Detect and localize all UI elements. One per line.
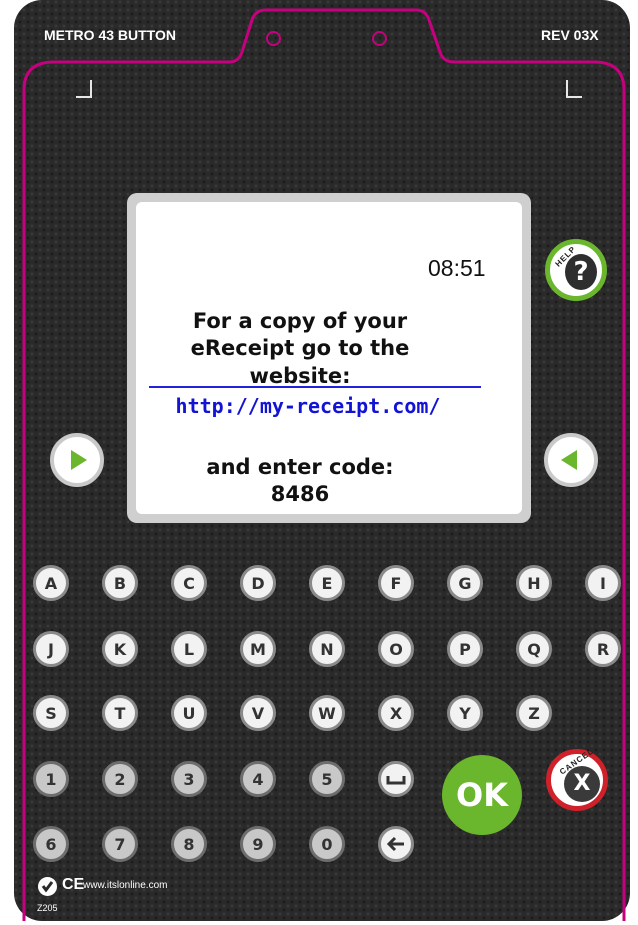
backspace-key[interactable]: [378, 826, 414, 862]
key-6[interactable]: 6: [33, 826, 69, 862]
key-f[interactable]: F: [378, 565, 414, 601]
url-divider: [149, 386, 481, 388]
cancel-button[interactable]: CANCEL X: [546, 747, 608, 811]
key-w[interactable]: W: [309, 695, 345, 731]
clock: 08:51: [428, 255, 486, 281]
key-a[interactable]: A: [33, 565, 69, 601]
key-8[interactable]: 8: [171, 826, 207, 862]
key-p[interactable]: P: [447, 631, 483, 667]
key-0[interactable]: 0: [309, 826, 345, 862]
key-k[interactable]: K: [102, 631, 138, 667]
key-o[interactable]: O: [378, 631, 414, 667]
key-j[interactable]: J: [33, 631, 69, 667]
mount-hole-right: [372, 31, 387, 46]
question-mark-icon: ?: [565, 254, 597, 290]
footer-code: Z205: [37, 903, 58, 913]
mount-hole-left: [266, 31, 281, 46]
key-3[interactable]: 3: [171, 761, 207, 797]
key-h[interactable]: H: [516, 565, 552, 601]
key-y[interactable]: Y: [447, 695, 483, 731]
key-t[interactable]: T: [102, 695, 138, 731]
key-2[interactable]: 2: [102, 761, 138, 797]
key-d[interactable]: D: [240, 565, 276, 601]
footer-website: www.itslonline.com: [83, 880, 168, 891]
key-9[interactable]: 9: [240, 826, 276, 862]
key-v[interactable]: V: [240, 695, 276, 731]
key-s[interactable]: S: [33, 695, 69, 731]
key-m[interactable]: M: [240, 631, 276, 667]
key-5[interactable]: 5: [309, 761, 345, 797]
key-g[interactable]: G: [447, 565, 483, 601]
key-q[interactable]: Q: [516, 631, 552, 667]
green-left-arrow-icon: [561, 450, 577, 470]
green-right-arrow-icon: [71, 450, 87, 470]
message-line-2: eReceipt go to the: [190, 336, 410, 360]
ok-button[interactable]: OK: [442, 755, 522, 835]
code-prompt: and enter code:: [206, 455, 394, 479]
backspace-arrow-icon: [386, 836, 404, 852]
key-i[interactable]: I: [585, 565, 621, 601]
key-r[interactable]: R: [585, 631, 621, 667]
corner-mark-right: [566, 80, 582, 98]
key-n[interactable]: N: [309, 631, 345, 667]
left-soft-key[interactable]: [50, 433, 104, 487]
receipt-code: 8486: [270, 482, 330, 506]
key-z[interactable]: Z: [516, 695, 552, 731]
key-c[interactable]: C: [171, 565, 207, 601]
ce-mark: CE: [62, 876, 85, 893]
space-key[interactable]: [378, 761, 414, 797]
key-e[interactable]: E: [309, 565, 345, 601]
key-u[interactable]: U: [171, 695, 207, 731]
cancel-x-icon: X: [564, 766, 600, 802]
receipt-url-link[interactable]: http://my-receipt.com/: [132, 394, 484, 418]
key-7[interactable]: 7: [102, 826, 138, 862]
certification-check-icon: [38, 877, 57, 896]
message-line-1: For a copy of your: [192, 309, 408, 333]
key-1[interactable]: 1: [33, 761, 69, 797]
key-l[interactable]: L: [171, 631, 207, 667]
key-4[interactable]: 4: [240, 761, 276, 797]
key-b[interactable]: B: [102, 565, 138, 601]
model-label: METRO 43 BUTTON: [44, 27, 176, 43]
space-icon: [386, 776, 406, 785]
help-button[interactable]: HELP ?: [545, 239, 607, 301]
corner-mark-left: [76, 80, 92, 98]
revision-label: REV 03X: [541, 27, 599, 43]
key-x[interactable]: X: [378, 695, 414, 731]
message-line-3: website:: [249, 364, 351, 388]
right-soft-key[interactable]: [544, 433, 598, 487]
